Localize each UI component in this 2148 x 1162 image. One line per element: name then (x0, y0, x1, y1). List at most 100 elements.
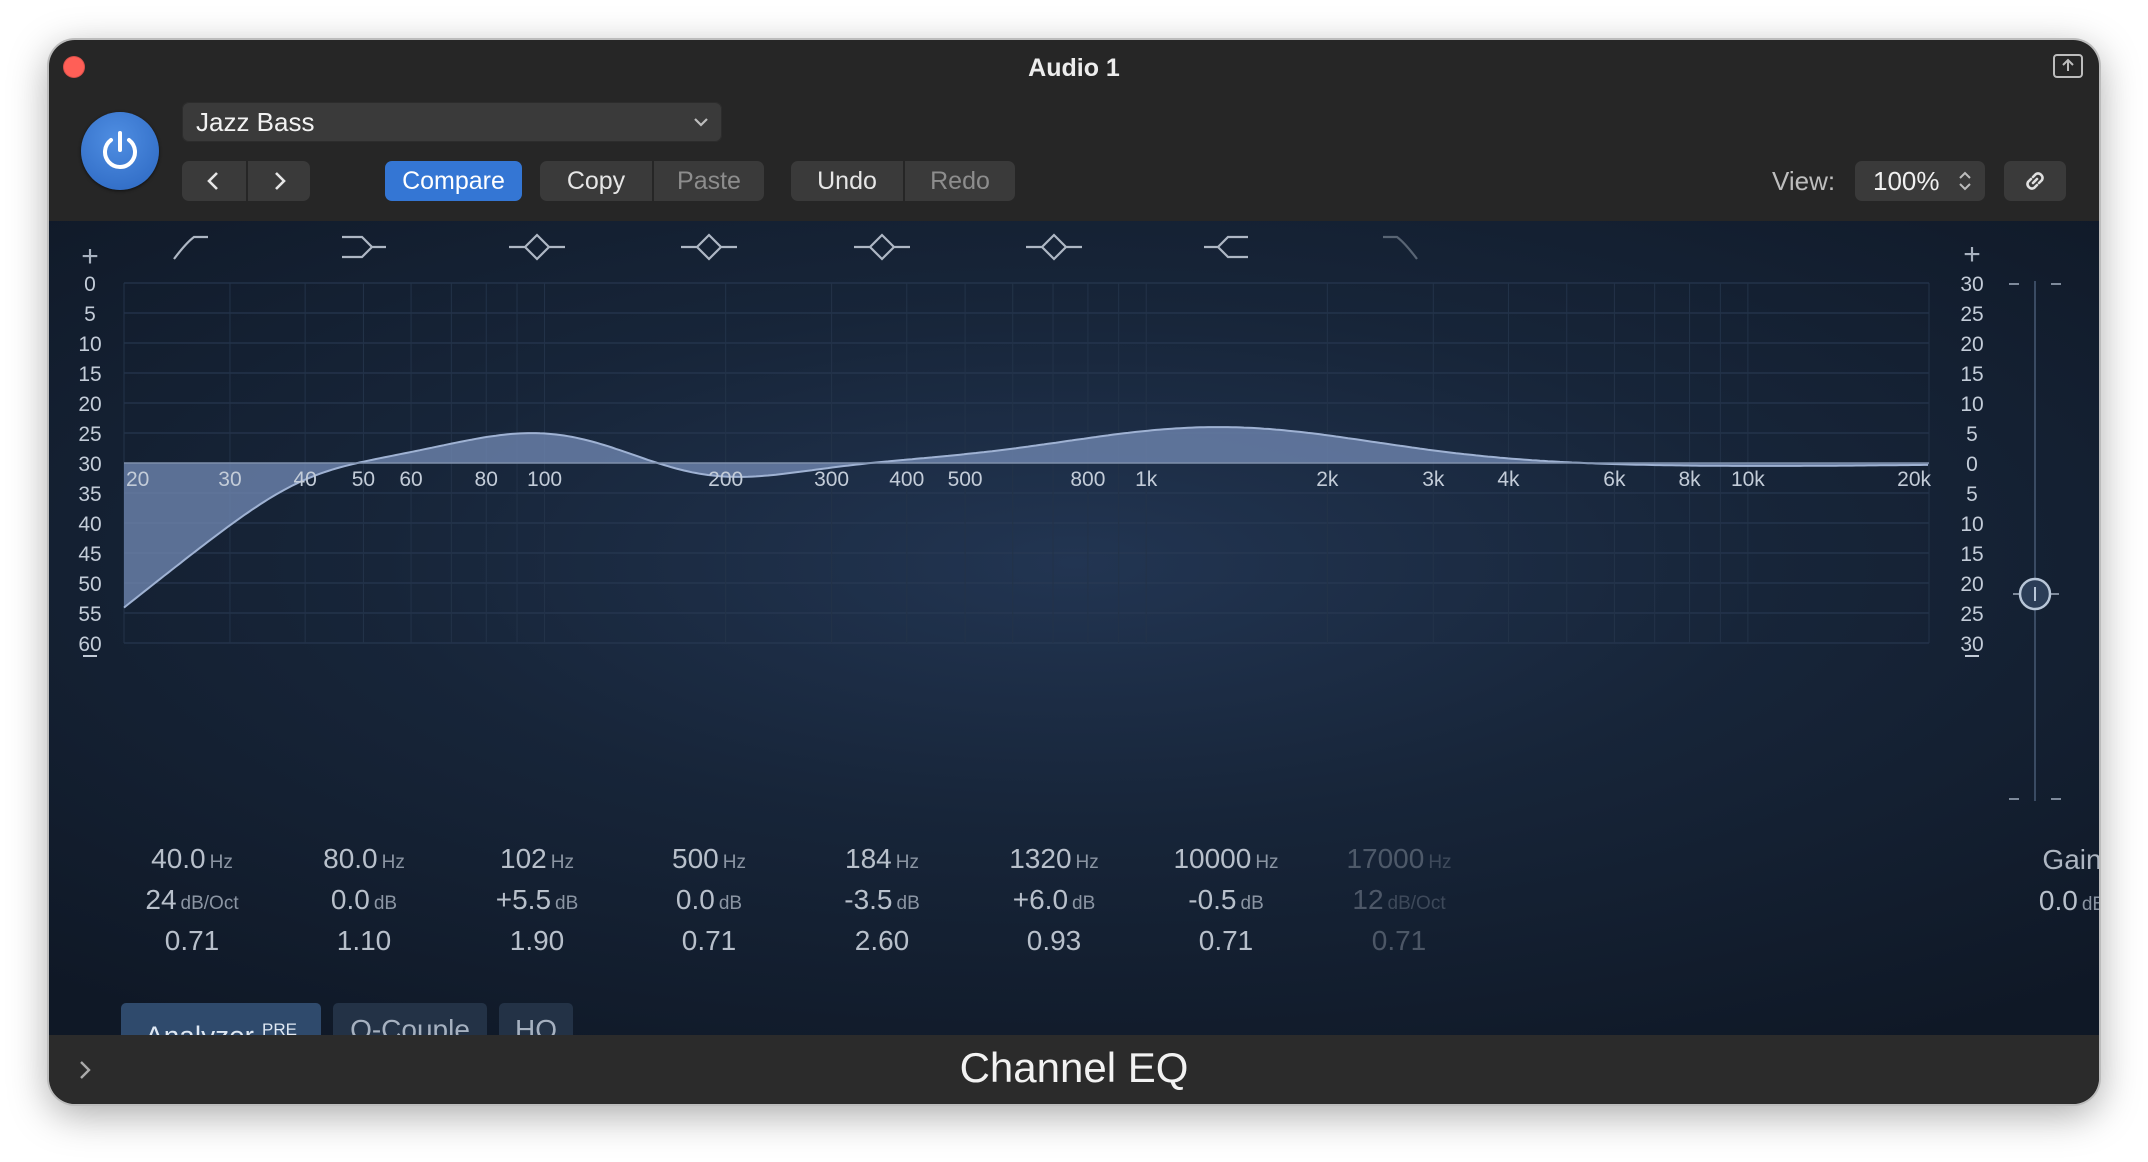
band-q-field[interactable]: 1.10 (279, 920, 449, 961)
band-frequency-field[interactable]: 184 Hz (797, 838, 967, 879)
band-q-field[interactable]: 1.90 (452, 920, 622, 961)
frequency-labels: 20 30 40 50 60 80 100 200 300 400 500 800 1k 2k 3k 4k 6k… (126, 468, 1931, 491)
footer-bar: Channel EQ (49, 1035, 2099, 1104)
right-scale-label: 0 (1966, 453, 1978, 476)
band-q-field[interactable]: 0.71 (107, 920, 277, 961)
paste-button[interactable]: Paste (652, 161, 764, 201)
power-icon (103, 131, 137, 169)
window-title: Audio 1 (1028, 54, 1120, 82)
plugin-name: Channel EQ (959, 1044, 1189, 1091)
lowpass-icon[interactable] (1383, 235, 1418, 260)
compare-button[interactable]: Compare (385, 161, 522, 201)
preset-navigation (182, 161, 310, 201)
freq-label: 8k (1678, 468, 1701, 491)
band-gain-field[interactable]: -0.5 dB (1141, 879, 1311, 920)
gain-slider[interactable] (2009, 281, 2061, 801)
undo-redo-group: Undo Redo (791, 161, 1015, 201)
band-gain-field[interactable]: 12 dB/Oct (1314, 879, 1484, 920)
plugin-window: Audio 1 Jazz Bass Compare Copy Paste Und… (49, 40, 2099, 1104)
band-frequency-value: 1320 (1009, 843, 1072, 874)
band-q-field[interactable]: 0.71 (1314, 920, 1484, 961)
left-scale-label: 50 (78, 573, 101, 596)
band-frequency-field[interactable]: 500 Hz (624, 838, 794, 879)
right-scale-label: 25 (1960, 603, 1983, 626)
title-bar: Audio 1 (49, 40, 2099, 96)
band-gain-field[interactable]: 0.0 dB (279, 879, 449, 920)
band-gain-unit: dB (373, 893, 398, 914)
freq-label: 400 (889, 468, 924, 491)
redo-button[interactable]: Redo (903, 161, 1015, 201)
band-gain-unit: dB (1072, 893, 1096, 914)
band-gain-field[interactable]: +5.5 dB (452, 879, 622, 920)
band-frequency-field[interactable]: 1320 Hz (969, 838, 1139, 879)
add-band-left-icon[interactable]: + (81, 240, 99, 273)
right-scale-label: 15 (1960, 363, 1983, 386)
band-q-field[interactable]: 2.60 (797, 920, 967, 961)
freq-label: 30 (218, 468, 241, 491)
band-gain-field[interactable]: 0.0 dB (624, 879, 794, 920)
highshelf-icon[interactable] (1204, 235, 1248, 259)
expand-icon[interactable] (2053, 54, 2083, 78)
freq-label: 800 (1070, 468, 1105, 491)
band-gain-field[interactable]: 24 dB/Oct (107, 879, 277, 920)
undo-button[interactable]: Undo (791, 161, 903, 201)
bell-icon[interactable] (509, 233, 565, 261)
band-frequency-unit: Hz (381, 852, 405, 873)
copy-button[interactable]: Copy (540, 161, 652, 201)
band-frequency-value: 80.0 (323, 843, 378, 874)
right-scale-label: 10 (1960, 513, 1983, 536)
band-gain-unit: dB (1240, 893, 1264, 914)
band-gain-value: -3.5 (844, 884, 893, 915)
bell-icon[interactable] (1026, 233, 1082, 261)
left-scale-label: 0 (84, 273, 96, 296)
left-scale-label: 15 (78, 363, 101, 386)
freq-label: 20k (1897, 468, 1931, 491)
band-q-field[interactable]: 0.71 (624, 920, 794, 961)
left-scale-label: 20 (78, 393, 101, 416)
band-frequency-value: 17000 (1346, 843, 1425, 874)
freq-label: 1k (1135, 468, 1158, 491)
band-q-value: 0.71 (1198, 925, 1254, 956)
right-scale-label: 30 (1960, 633, 1983, 656)
bell-icon[interactable] (854, 233, 910, 261)
eq-curve-fill (124, 427, 1929, 608)
bell-icon[interactable] (681, 233, 737, 261)
band-q-value: 0.93 (1026, 925, 1082, 956)
lowshelf-icon[interactable] (342, 235, 386, 259)
output-gain[interactable]: Gain 0.0 dB (2017, 839, 2099, 921)
right-scale-label: 20 (1960, 333, 1983, 356)
left-scale-label: 60 (78, 633, 101, 656)
band-gain-field[interactable]: +6.0 dB (969, 879, 1139, 920)
right-scale-label: 30 (1960, 273, 1983, 296)
band-q-field[interactable]: 0.71 (1141, 920, 1311, 961)
left-scale-label: 5 (84, 303, 96, 326)
preset-dropdown[interactable]: Jazz Bass (182, 102, 722, 142)
right-scale-label: 20 (1960, 573, 1983, 596)
band-q-value: 0.71 (681, 925, 737, 956)
power-button[interactable] (81, 112, 159, 190)
chevron-right-icon (275, 172, 286, 190)
next-preset-button[interactable] (246, 161, 310, 201)
band-frequency-field[interactable]: 10000 Hz (1141, 838, 1311, 879)
band-frequency-value: 40.0 (151, 843, 206, 874)
right-db-scale: 30 25 20 15 10 5 0 5 10 15 20 25 30 (1960, 273, 1984, 657)
band-frequency-field[interactable]: 40.0 Hz (107, 838, 277, 879)
previous-preset-button[interactable] (182, 161, 246, 201)
gain-label: Gain (2042, 844, 2099, 875)
view-zoom-stepper[interactable]: 100% (1855, 161, 1985, 201)
left-scale-label: 10 (78, 333, 101, 356)
link-button[interactable] (2004, 161, 2066, 201)
band-frequency-field[interactable]: 80.0 Hz (279, 838, 449, 879)
highpass-icon[interactable] (173, 235, 208, 260)
band-frequency-field[interactable]: 102 Hz (452, 838, 622, 879)
band-frequency-field[interactable]: 17000 Hz (1314, 838, 1484, 879)
add-band-right-icon[interactable]: + (1963, 238, 1981, 271)
left-scale-label: 45 (78, 543, 101, 566)
band-gain-field[interactable]: -3.5 dB (797, 879, 967, 920)
link-icon (2026, 172, 2044, 190)
band-q-field[interactable]: 0.93 (969, 920, 1139, 961)
preset-name: Jazz Bass (196, 107, 315, 137)
band-q-value: 1.90 (509, 925, 565, 956)
band-frequency-value: 102 (500, 843, 547, 874)
band-frequency-unit: Hz (209, 852, 233, 873)
